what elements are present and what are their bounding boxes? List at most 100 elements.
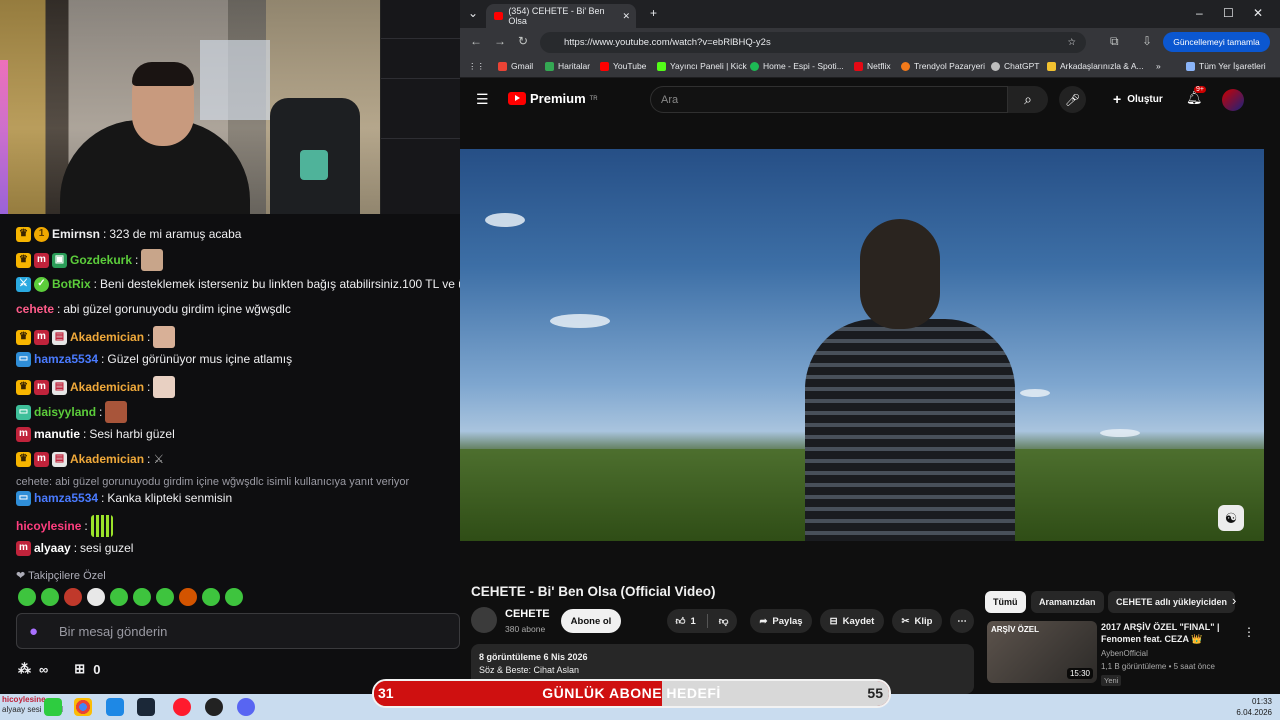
minimize-icon[interactable]: – — [1196, 6, 1203, 20]
emote-button[interactable] — [225, 588, 243, 606]
notifications-icon[interactable]: 🔔︎ 9+ — [1186, 86, 1206, 106]
chat-message: ♛ m ▤ Akademician: — [16, 326, 176, 348]
taskbar-clock[interactable]: 01:33 6.04.2026 — [1236, 696, 1272, 718]
star-icon[interactable]: ☆ — [1067, 37, 1076, 48]
create-button[interactable]: + Oluştur — [1113, 91, 1163, 107]
recommended-video[interactable]: ARŞİV ÖZEL 15:30 2017 ARŞİV ÖZEL "FINAL"… — [987, 621, 1277, 691]
maximize-icon[interactable]: ☐ — [1223, 6, 1234, 20]
chat-username[interactable]: hamza5534 — [34, 351, 98, 367]
extensions-icon[interactable]: ⧉ — [1110, 34, 1119, 49]
rec-channel[interactable]: AybenOfficial — [1101, 649, 1148, 658]
more-bookmarks-icon[interactable]: » — [1156, 61, 1161, 71]
downloads-icon[interactable]: ⇩ — [1142, 34, 1152, 48]
thumbs-down-icon[interactable]: 👎︎ — [719, 615, 729, 627]
tab-search-icon[interactable]: ⌄ — [468, 6, 478, 20]
reload-icon[interactable]: ↻ — [518, 34, 528, 48]
emote-button[interactable] — [133, 588, 151, 606]
users-icon[interactable]: ⁂ — [18, 661, 31, 677]
emote-button[interactable] — [179, 588, 197, 606]
youtube-favicon-icon — [494, 12, 504, 20]
chat-username[interactable]: manutie — [34, 426, 80, 442]
chat-username[interactable]: hicoylesine — [16, 518, 81, 534]
bookmark-chatgpt[interactable]: ChatGPT — [991, 61, 1039, 71]
voice-search-icon[interactable]: 🎤︎ — [1059, 86, 1086, 113]
forward-icon[interactable]: → — [494, 34, 506, 48]
steam-icon[interactable] — [137, 698, 155, 716]
emote-button[interactable] — [18, 588, 36, 606]
search-icon[interactable]: ⌕ — [1008, 86, 1048, 113]
channel-avatar[interactable] — [471, 607, 497, 633]
emote-button[interactable] — [41, 588, 59, 606]
bookmark-kick[interactable]: Yayıncı Paneli | Kick — [657, 61, 747, 71]
rec-thumbnail[interactable]: ARŞİV ÖZEL 15:30 — [987, 621, 1097, 683]
emote-button[interactable] — [110, 588, 128, 606]
all-bookmarks[interactable]: Tüm Yer İşaretleri — [1186, 61, 1266, 71]
chat-text: sesi guzel — [80, 541, 134, 555]
rec-title[interactable]: 2017 ARŞİV ÖZEL "FINAL" | Fenomen feat. … — [1101, 621, 1231, 645]
search-input[interactable]: Ara — [650, 86, 1008, 113]
mic-icon[interactable]: ● — [29, 623, 49, 640]
more-vert-icon[interactable]: ⋮ — [1243, 625, 1255, 639]
chat-username[interactable]: Akademician — [70, 451, 144, 467]
channel-name[interactable]: CEHETE — [505, 608, 550, 620]
subscribe-button[interactable]: Abone ol — [561, 609, 621, 633]
new-tab-icon[interactable]: + — [650, 6, 657, 20]
ambient-mode-icon[interactable]: ☯ — [1218, 505, 1244, 531]
chat-username[interactable]: Akademician — [70, 329, 144, 345]
sub-badge-icon: m — [34, 252, 49, 268]
chat-username[interactable]: daisyyland — [34, 404, 96, 420]
infinity-icon: ∞ — [39, 661, 49, 677]
discord-icon[interactable] — [237, 698, 255, 716]
youtube-logo[interactable]: Premium TR — [508, 91, 598, 106]
bookmark-netflix[interactable]: Netflix — [854, 61, 891, 71]
bookmark-trendyol[interactable]: Trendyol Pazaryeri — [901, 61, 985, 71]
chat-username[interactable]: hamza5534 — [34, 490, 98, 506]
emote-button[interactable] — [87, 588, 105, 606]
save-button[interactable]: ⊟ Kaydet — [820, 609, 884, 633]
app-icon[interactable] — [44, 698, 62, 716]
chevron-right-icon[interactable]: › — [1232, 593, 1236, 608]
emote-button[interactable] — [202, 588, 220, 606]
opera-icon[interactable] — [173, 698, 191, 716]
share-button[interactable]: ➦ Paylaş — [750, 609, 812, 633]
gift-box-icon[interactable]: ⊞ — [74, 661, 85, 677]
chip-from-search[interactable]: Aramanızdan — [1031, 591, 1104, 613]
subscriber-goal-bar: 31 GÜNLÜK ABONE HEDEFİ 55 — [372, 679, 891, 708]
apps-icon[interactable]: ⋮⋮ — [468, 61, 485, 72]
bookmark-friends[interactable]: Arkadaşlarınızla & A... — [1047, 61, 1144, 71]
chat-username[interactable]: alyaay — [34, 540, 71, 556]
obs-icon[interactable] — [205, 698, 223, 716]
menu-icon[interactable]: ☰ — [476, 91, 489, 108]
chat-username[interactable]: cehete — [16, 301, 54, 317]
chat-username[interactable]: Akademician — [70, 379, 144, 395]
clip-button[interactable]: ✂ Klip — [892, 609, 942, 633]
bookmark-maps[interactable]: Haritalar — [545, 61, 590, 71]
chip-from-uploader[interactable]: CEHETE adlı yükleyiciden — [1108, 591, 1236, 613]
avatar[interactable] — [1222, 89, 1244, 111]
tab-youtube[interactable]: (354) CEHETE - Bi' Ben Olsa ✕ — [486, 4, 636, 28]
close-tab-icon[interactable]: ✕ — [622, 11, 630, 22]
chat-message-input[interactable] — [59, 623, 439, 639]
video-player[interactable]: ☯ — [460, 149, 1264, 541]
chat-username[interactable]: Gozdekurk — [70, 252, 132, 268]
bookmark-youtube[interactable]: YouTube — [600, 61, 646, 71]
chat-username[interactable]: Emirnsn — [52, 226, 100, 242]
emote-button[interactable] — [64, 588, 82, 606]
app-icon[interactable] — [106, 698, 124, 716]
like-button[interactable]: 👍︎ 1 👎︎ — [667, 609, 737, 633]
chat-message: cehete: abi güzel gorunuyodu girdim için… — [16, 301, 291, 317]
close-window-icon[interactable]: ✕ — [1253, 6, 1263, 20]
emote-button[interactable] — [156, 588, 174, 606]
more-actions-icon[interactable]: ⋯ — [950, 609, 974, 633]
chip-all[interactable]: Tümü — [985, 591, 1026, 613]
back-icon[interactable]: ← — [470, 34, 482, 48]
update-button[interactable]: Güncellemeyi tamamla — [1163, 32, 1270, 52]
chat-username[interactable]: BotRix — [52, 276, 91, 292]
sub-badge-icon: m — [16, 426, 31, 442]
bookmark-spotify[interactable]: Home - Espi - Spoti... — [750, 61, 844, 71]
bookmark-gmail[interactable]: Gmail — [498, 61, 533, 71]
url-field[interactable]: https://www.youtube.com/watch?v=ebRlBHQ-… — [540, 32, 1086, 53]
chat-input-box[interactable]: ● — [16, 613, 460, 649]
chrome-icon[interactable] — [74, 698, 92, 716]
subscriber-count: 380 abone — [505, 624, 546, 634]
